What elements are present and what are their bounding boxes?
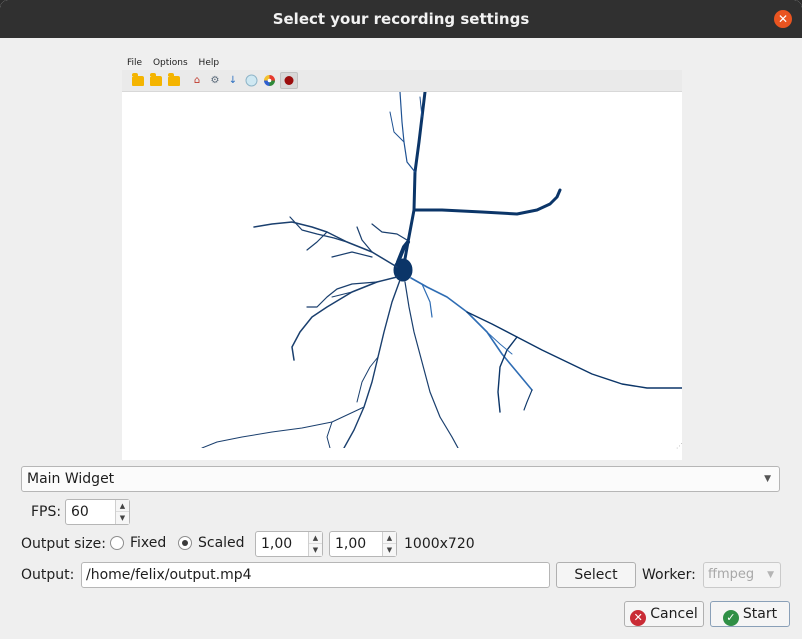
- widget-source-value: Main Widget: [27, 471, 115, 487]
- record-icon: [280, 72, 298, 89]
- cancel-button[interactable]: ✕ Cancel: [624, 601, 704, 627]
- close-icon[interactable]: ✕: [774, 10, 792, 28]
- fps-spinbox[interactable]: 60 ▲ ▼: [65, 499, 130, 525]
- select-output-button[interactable]: Select: [556, 562, 636, 588]
- circle-icon: [244, 74, 258, 87]
- recording-settings-dialog: Select your recording settings ✕ File Op…: [0, 0, 802, 639]
- scaled-radio-label[interactable]: Scaled: [198, 533, 245, 553]
- folder-icon: [150, 73, 162, 86]
- neuron-drawing: [201, 90, 683, 449]
- gear-icon: ⚙: [210, 75, 220, 86]
- scale-y-spinbox[interactable]: 1,00 ▲ ▼: [329, 531, 397, 557]
- preview-menu-file: File: [127, 58, 143, 68]
- fps-decrement-icon[interactable]: ▼: [116, 512, 129, 524]
- cancel-label: Cancel: [650, 606, 698, 622]
- select-output-label: Select: [574, 567, 618, 583]
- preview-toolbar: ⌂ ⚙ ↓: [122, 70, 682, 92]
- start-label: Start: [742, 606, 778, 622]
- worker-label: Worker:: [642, 567, 696, 583]
- scale-x-decrement-icon[interactable]: ▼: [309, 544, 322, 556]
- folder-open-icon: [132, 73, 144, 86]
- output-path-field[interactable]: /home/felix/output.mp4: [81, 562, 550, 588]
- resize-grip-icon[interactable]: ⋰: [676, 442, 683, 450]
- dialog-title: Select your recording settings: [272, 10, 530, 28]
- worker-combo: ffmpeg ▼: [703, 562, 781, 588]
- fixed-radio[interactable]: [110, 536, 124, 550]
- output-path-value: /home/felix/output.mp4: [86, 567, 252, 583]
- color-wheel-icon: [262, 74, 276, 87]
- scale-y-increment-icon[interactable]: ▲: [383, 532, 396, 544]
- download-icon: ↓: [228, 75, 238, 86]
- fps-label: FPS:: [31, 504, 62, 520]
- fps-increment-icon[interactable]: ▲: [116, 500, 129, 512]
- output-label: Output:: [21, 567, 75, 583]
- chevron-down-icon: ▼: [767, 570, 774, 580]
- scale-y-decrement-icon[interactable]: ▼: [383, 544, 396, 556]
- scale-y-value: 1,00: [335, 536, 367, 552]
- fixed-radio-label[interactable]: Fixed: [130, 533, 166, 553]
- cancel-icon: ✕: [630, 610, 647, 626]
- fps-value: 60: [71, 504, 89, 520]
- scale-x-spinbox[interactable]: 1,00 ▲ ▼: [255, 531, 323, 557]
- folder-icon: [168, 73, 180, 86]
- widget-preview: File Options Help ⌂ ⚙ ↓ ⋰: [122, 56, 683, 460]
- output-size-label: Output size:: [21, 536, 106, 552]
- preview-menu-help: Help: [198, 58, 220, 68]
- widget-source-combo[interactable]: Main Widget ▼: [21, 466, 780, 492]
- scale-x-increment-icon[interactable]: ▲: [309, 532, 322, 544]
- dialog-titlebar: Select your recording settings ✕: [0, 0, 802, 38]
- start-button[interactable]: ✓ Start: [710, 601, 790, 627]
- scaled-radio[interactable]: [178, 536, 192, 550]
- scale-x-value: 1,00: [261, 536, 293, 552]
- home-icon: ⌂: [193, 75, 201, 86]
- output-resolution: 1000x720: [404, 536, 475, 552]
- worker-value: ffmpeg: [708, 567, 755, 582]
- check-icon: ✓: [722, 610, 739, 626]
- preview-menubar: File Options Help: [122, 56, 682, 70]
- chevron-down-icon: ▼: [764, 474, 771, 484]
- neuron-canvas: ⋰: [122, 90, 683, 450]
- preview-menu-options: Options: [152, 58, 188, 68]
